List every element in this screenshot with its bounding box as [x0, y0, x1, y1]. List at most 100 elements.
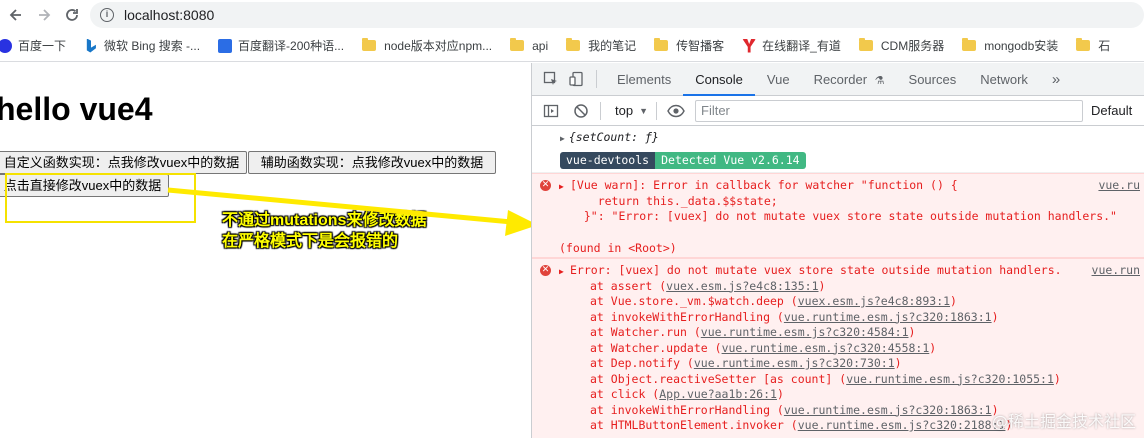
- tab-recorder[interactable]: Recorder ⚗: [802, 63, 897, 96]
- stack-frame-link[interactable]: App.vue?aa1b:26:1: [659, 387, 777, 401]
- warn-source-link[interactable]: vue.ru: [1098, 178, 1140, 192]
- warn-line: }": "Error: [vuex] do not mutate vuex st…: [570, 209, 1117, 223]
- page-heading: hello vue4: [0, 91, 153, 127]
- stack-frame-fn: at Vue.store._vm.$watch.deep (: [590, 294, 798, 308]
- tab-sources[interactable]: Sources: [897, 63, 969, 96]
- stack-frame-link[interactable]: vuex.esm.js?e4c8:135:1: [666, 279, 818, 293]
- tab-vue[interactable]: Vue: [755, 63, 802, 96]
- bookmark-item[interactable]: node版本对应npm...: [362, 37, 492, 54]
- stack-frame: at Watcher.run (vue.runtime.esm.js?c320:…: [560, 325, 1144, 341]
- stack-frame-end: ): [894, 356, 902, 370]
- bookmark-item[interactable]: 石: [1076, 37, 1110, 54]
- error-icon: ✕: [540, 265, 551, 276]
- log-levels-select[interactable]: Default: [1091, 103, 1132, 118]
- warn-line: return this._data.$$state;: [570, 193, 778, 208]
- stack-frame-fn: at click (: [590, 387, 660, 401]
- address-bar[interactable]: i localhost:8080: [90, 2, 1144, 28]
- bookmark-item[interactable]: 传智播客: [654, 37, 724, 54]
- warn-found-in: (found in <Root>): [559, 240, 677, 255]
- warn-line: [Vue warn]: Error in callback for watche…: [570, 178, 958, 192]
- expand-triangle-icon[interactable]: ▶: [559, 267, 564, 276]
- stack-frame-fn: at Object.reactiveSetter [as count] (: [590, 371, 847, 386]
- console-output: ▶ {setCount: ƒ} vue-devtools Detected Vue …: [532, 126, 1144, 438]
- log-object-row[interactable]: ▶ {setCount: ƒ}: [532, 126, 1144, 148]
- more-tabs-icon[interactable]: »: [1040, 63, 1072, 96]
- bookmark-item[interactable]: CDM服务器: [858, 37, 945, 54]
- folder-icon: [510, 38, 525, 51]
- stack-frame-link[interactable]: vue.runtime.esm.js?c320:2188:1: [798, 418, 1006, 432]
- log-object-text: {setCount: ƒ}: [568, 130, 659, 144]
- stack-frame-link[interactable]: vue.runtime.esm.js?c320:4584:1: [701, 325, 909, 339]
- stack-frame: at Vue.store._vm.$watch.deep (vuex.esm.j…: [560, 294, 1144, 310]
- forward-icon[interactable]: [30, 1, 58, 29]
- stack-frame-link[interactable]: vuex.esm.js?e4c8:893:1: [798, 294, 950, 308]
- expand-triangle-icon[interactable]: ▶: [560, 134, 565, 143]
- devtools-tabbar: Elements Console Vue Recorder ⚗ Sources …: [532, 63, 1144, 96]
- context-select[interactable]: top ▼: [615, 103, 648, 118]
- bookmark-item[interactable]: 百度一下: [0, 37, 66, 54]
- bookmark-item[interactable]: api: [510, 38, 549, 53]
- stack-frame: at invokeWithErrorHandling (vue.runtime.…: [560, 310, 1144, 326]
- bookmark-label: node版本对应npm...: [384, 39, 493, 53]
- context-select-value: top: [615, 103, 634, 118]
- browser-toolbar: i localhost:8080: [0, 0, 1144, 30]
- filter-separator: [600, 101, 601, 120]
- stack-frame-end: ): [1053, 371, 1061, 386]
- folder-icon: [566, 38, 581, 51]
- inspect-icon[interactable]: [540, 68, 562, 90]
- watermark: @稀土掘金技术社区: [991, 412, 1136, 431]
- stack-frame: at assert (vuex.esm.js?e4c8:135:1): [560, 279, 1144, 295]
- clear-console-icon[interactable]: [570, 100, 592, 122]
- stack-frame-link[interactable]: vue.runtime.esm.js?c320:1863:1: [784, 403, 992, 417]
- bookmark-label: mongodb安装: [984, 39, 1059, 53]
- bookmark-item[interactable]: 在线翻译_有道: [742, 37, 841, 54]
- bookmarks-bar: 百度一下 微软 Bing 搜索 -... 百度翻译-200种语... node版本对应…: [0, 30, 1144, 62]
- stack-frame: at Watcher.update (vue.runtime.esm.js?c3…: [560, 341, 1144, 357]
- bing-icon: [86, 38, 96, 53]
- tab-separator: [596, 70, 597, 88]
- stack-frame-link[interactable]: vue.runtime.esm.js?c320:4558:1: [722, 341, 930, 355]
- stack-frame-fn: at assert (: [590, 278, 667, 293]
- filter-separator-2: [656, 101, 657, 120]
- custom-fn-button[interactable]: 自定义函数实现：点我修改vuex中的数据: [0, 151, 247, 174]
- reload-icon[interactable]: [58, 1, 86, 29]
- stack-frame-fn: at Watcher.update (: [590, 340, 722, 355]
- error-icon: ✕: [540, 180, 551, 191]
- bookmark-label: 我的笔记: [588, 39, 637, 53]
- eye-icon[interactable]: [665, 100, 687, 122]
- bookmark-item[interactable]: 百度翻译-200种语...: [218, 37, 344, 54]
- folder-icon: [654, 38, 669, 51]
- stack-frame-link[interactable]: vue.runtime.esm.js?c320:1863:1: [784, 310, 992, 324]
- sidebar-toggle-icon[interactable]: [540, 100, 562, 122]
- bookmark-label: api: [532, 38, 549, 53]
- folder-icon: [1076, 38, 1091, 51]
- back-icon[interactable]: [2, 1, 30, 29]
- error-source-link[interactable]: vue.run: [1092, 263, 1140, 277]
- annotation-line-1: 不通过mutations来修改数据: [222, 212, 427, 229]
- bookmark-item[interactable]: mongodb安装: [962, 37, 1058, 54]
- stack-frame-end: ): [929, 340, 937, 355]
- tab-console[interactable]: Console: [683, 63, 755, 96]
- baidu-icon: [0, 38, 12, 53]
- info-icon[interactable]: i: [100, 8, 114, 22]
- bookmark-item[interactable]: 我的笔记: [566, 37, 636, 54]
- tab-network[interactable]: Network: [968, 63, 1040, 96]
- stack-frame-link[interactable]: vue.runtime.esm.js?c320:730:1: [694, 356, 895, 370]
- devtools-panel: Elements Console Vue Recorder ⚗ Sources …: [531, 63, 1144, 438]
- folder-icon: [858, 38, 873, 51]
- bookmark-item[interactable]: 微软 Bing 搜索 -...: [84, 37, 200, 54]
- error-head: Error: [vuex] do not mutate vuex store s…: [570, 263, 1062, 277]
- helper-fn-button[interactable]: 辅助函数实现：点我修改vuex中的数据: [248, 151, 496, 174]
- device-toggle-icon[interactable]: [566, 68, 588, 90]
- bookmark-label: CDM服务器: [880, 39, 945, 53]
- stack-frame: at Dep.notify (vue.runtime.esm.js?c320:7…: [560, 356, 1144, 372]
- page-viewport: hello vue4 自定义函数实现：点我修改vuex中的数据 辅助函数实现：点…: [0, 63, 531, 438]
- stack-frame: at Object.reactiveSetter [as count] (vue…: [560, 372, 1144, 388]
- stack-frame-link[interactable]: vue.runtime.esm.js?c320:1055:1: [846, 372, 1054, 386]
- tab-elements[interactable]: Elements: [605, 63, 683, 96]
- vue-devtools-badge: vue-devtools: [560, 151, 656, 169]
- stack-frame-fn: at HTMLButtonElement.invoker (: [590, 418, 798, 432]
- console-filter-input[interactable]: Filter: [695, 99, 1083, 122]
- bookmark-label: 百度一下: [18, 39, 67, 53]
- expand-triangle-icon[interactable]: ▶: [559, 182, 564, 191]
